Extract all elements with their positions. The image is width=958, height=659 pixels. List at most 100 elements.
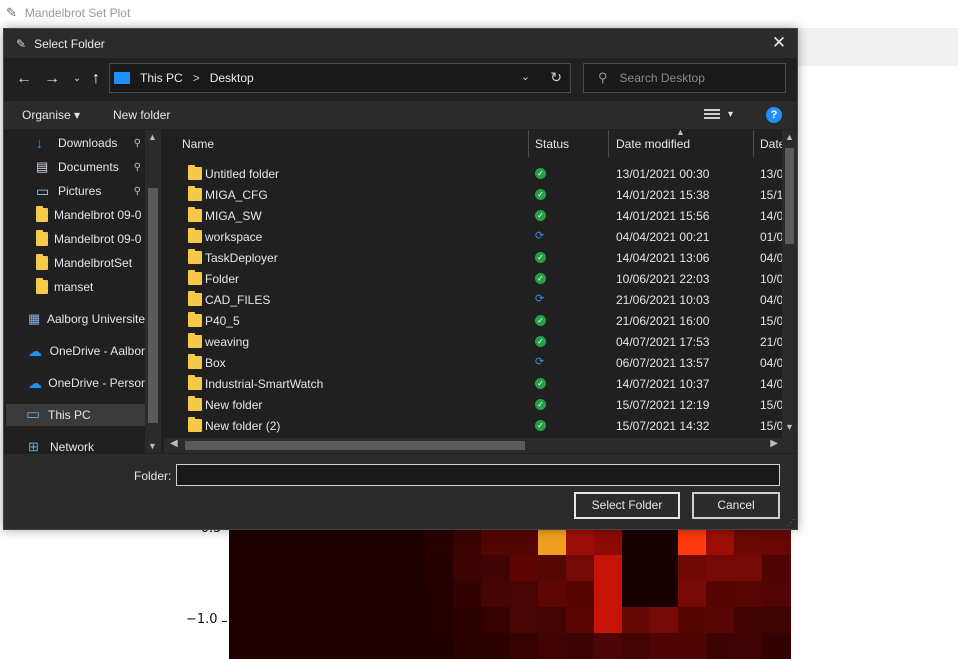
heatmap-cell [761, 581, 791, 607]
sidebar-item-mandelbrot-09-0[interactable]: Mandelbrot 09-0 [36, 204, 145, 226]
date-modified: 15/07/2021 12:19 [616, 397, 710, 412]
select-folder-button[interactable]: Select Folder [574, 492, 680, 519]
app-title: Mandelbrot Set Plot [24, 6, 131, 20]
column-divider[interactable] [528, 130, 529, 157]
back-arrow-icon[interactable]: ← [12, 63, 36, 95]
synced-check-icon: ✓ [535, 273, 546, 284]
select-folder-dialog: ✎ Select Folder ✕ ← → ⌄ ↑ This PC > Desk… [3, 28, 798, 530]
view-options-icon[interactable] [704, 109, 720, 121]
folder-field[interactable] [176, 464, 780, 486]
scrollbar-thumb[interactable] [785, 148, 794, 244]
date-truncated: 04/0 [760, 292, 784, 307]
organise-button[interactable]: Organise ▾ [22, 101, 80, 129]
heatmap-cell [593, 607, 623, 633]
sidebar-item-manset[interactable]: manset [36, 276, 145, 298]
scroll-up-icon[interactable]: ▲ [785, 132, 794, 142]
file-list: Name Status ▲ Date modified Date Untitle… [164, 130, 797, 453]
heatmap-cell [341, 555, 371, 581]
scrollbar-thumb[interactable] [148, 188, 158, 423]
heatmap-cell [677, 607, 707, 633]
heatmap-cell [733, 581, 763, 607]
table-row[interactable]: workspace ⟳ 04/04/2021 00:21 01/0 [164, 226, 783, 247]
table-row[interactable]: CAD_FILES ⟳ 21/06/2021 10:03 04/0 [164, 289, 783, 310]
sidebar-item-downloads[interactable]: ↓ Downloads ⚲ [36, 132, 145, 154]
file-list-horizontal-scrollbar[interactable]: ◀ ▶ [164, 438, 782, 453]
view-chevron-down-icon[interactable]: ▾ [728, 101, 733, 129]
file-list-vertical-scrollbar[interactable]: ▲ ▼ [782, 130, 797, 453]
breadcrumb-this-pc[interactable]: This PC [140, 71, 183, 85]
scrollbar-thumb[interactable] [185, 441, 525, 450]
folder-icon [188, 270, 202, 285]
column-date-modified[interactable]: Date modified [616, 137, 690, 151]
heatmap-cell [369, 633, 399, 659]
heatmap-cell [565, 633, 595, 659]
heatmap-cell [565, 607, 595, 633]
sidebar-item-mandelbrot-09-0[interactable]: Mandelbrot 09-0 [36, 228, 145, 250]
sidebar-item-pictures[interactable]: ▭ Pictures ⚲ [36, 180, 145, 202]
column-divider[interactable] [753, 130, 754, 157]
nav-pane-scrollbar[interactable]: ▲ ▼ [145, 130, 161, 453]
help-icon[interactable]: ? [766, 107, 782, 123]
new-folder-button[interactable]: New folder [113, 101, 170, 129]
folder-icon [36, 278, 48, 294]
sidebar-item-mandelbrotset[interactable]: MandelbrotSet [36, 252, 145, 274]
resize-grip-icon[interactable]: ⋰ [787, 518, 795, 527]
heatmap-cell [229, 607, 258, 633]
date-modified: 04/07/2021 17:53 [616, 334, 710, 349]
column-name[interactable]: Name [182, 137, 214, 151]
scroll-up-icon[interactable]: ▲ [148, 132, 157, 142]
heatmap-cell [453, 581, 483, 607]
forward-arrow-icon[interactable]: → [40, 63, 64, 95]
close-icon[interactable]: ✕ [769, 33, 789, 53]
table-row[interactable]: Untitled folder ✓ 13/01/2021 00:30 13/0 [164, 163, 783, 184]
search-input[interactable]: ⚲ Search Desktop [583, 63, 786, 93]
sidebar-item-onedrive-persor[interactable]: ☁ OneDrive - Persor [28, 372, 145, 394]
folder-icon [188, 375, 202, 390]
table-row[interactable]: P40_5 ✓ 21/06/2021 16:00 15/0 [164, 310, 783, 331]
table-row[interactable]: New folder ✓ 15/07/2021 12:19 15/0 [164, 394, 783, 415]
table-row[interactable]: Folder ✓ 10/06/2021 22:03 10/0 [164, 268, 783, 289]
sidebar-item-this-pc[interactable]: ▭ This PC [6, 404, 145, 426]
table-row[interactable]: TaskDeployer ✓ 14/04/2021 13:06 04/0 [164, 247, 783, 268]
sidebar-item-aalborg-universite[interactable]: ▦ Aalborg Universite [28, 308, 145, 330]
heatmap-cell [257, 633, 287, 659]
table-row[interactable]: New folder (2) ✓ 15/07/2021 14:32 15/0 [164, 415, 783, 436]
table-row[interactable]: MIGA_CFG ✓ 14/01/2021 15:38 15/1 [164, 184, 783, 205]
sidebar-item-label: Network [50, 440, 95, 453]
sidebar-item-onedrive-aalbor[interactable]: ☁ OneDrive - Aalbor [28, 340, 145, 362]
pin-icon: ⚲ [133, 137, 141, 149]
heatmap-cell [285, 529, 315, 555]
heatmap-cell [313, 633, 343, 659]
file-name: New folder [205, 397, 263, 412]
sidebar-item-label: Documents [58, 160, 119, 174]
table-row[interactable]: MIGA_SW ✓ 14/01/2021 15:56 14/0 [164, 205, 783, 226]
heatmap-cell [565, 555, 595, 581]
heatmap-cell [537, 529, 567, 555]
chevron-down-icon[interactable]: ⌄ [521, 70, 530, 83]
sidebar-item-documents[interactable]: ▤ Documents ⚲ [36, 156, 145, 178]
heatmap-cell [649, 581, 679, 607]
refresh-icon[interactable]: ↻ [550, 69, 562, 86]
up-arrow-icon[interactable]: ↑ [84, 63, 108, 95]
column-status[interactable]: Status [535, 137, 569, 151]
address-bar[interactable]: This PC > Desktop ⌄ ↻ [109, 63, 571, 93]
table-row[interactable]: Box ⟳ 06/07/2021 13:57 04/0 [164, 352, 783, 373]
table-row[interactable]: Industrial-SmartWatch ✓ 14/07/2021 10:37 14… [164, 373, 783, 394]
navigation-bar: ← → ⌄ ↑ This PC > Desktop ⌄ ↻ ⚲ Search D… [4, 63, 797, 95]
sidebar-item-label: Mandelbrot 09-0 [54, 232, 142, 246]
scroll-right-icon[interactable]: ▶ [770, 438, 778, 449]
heatmap-cell [229, 555, 258, 581]
heatmap-cell [537, 607, 567, 633]
file-name: CAD_FILES [205, 292, 271, 307]
date-modified: 14/01/2021 15:56 [616, 208, 710, 223]
scroll-down-icon[interactable]: ▼ [785, 422, 794, 432]
scroll-down-icon[interactable]: ▼ [148, 441, 157, 451]
synced-check-icon: ✓ [535, 210, 546, 221]
scroll-left-icon[interactable]: ◀ [170, 438, 178, 449]
date-truncated: 01/0 [760, 229, 784, 244]
sidebar-item-network[interactable]: ⊞ Network [28, 436, 145, 454]
breadcrumb-desktop[interactable]: Desktop [210, 71, 254, 85]
cancel-button[interactable]: Cancel [692, 492, 780, 519]
table-row[interactable]: weaving ✓ 04/07/2021 17:53 21/0 [164, 331, 783, 352]
column-divider[interactable] [608, 130, 609, 157]
